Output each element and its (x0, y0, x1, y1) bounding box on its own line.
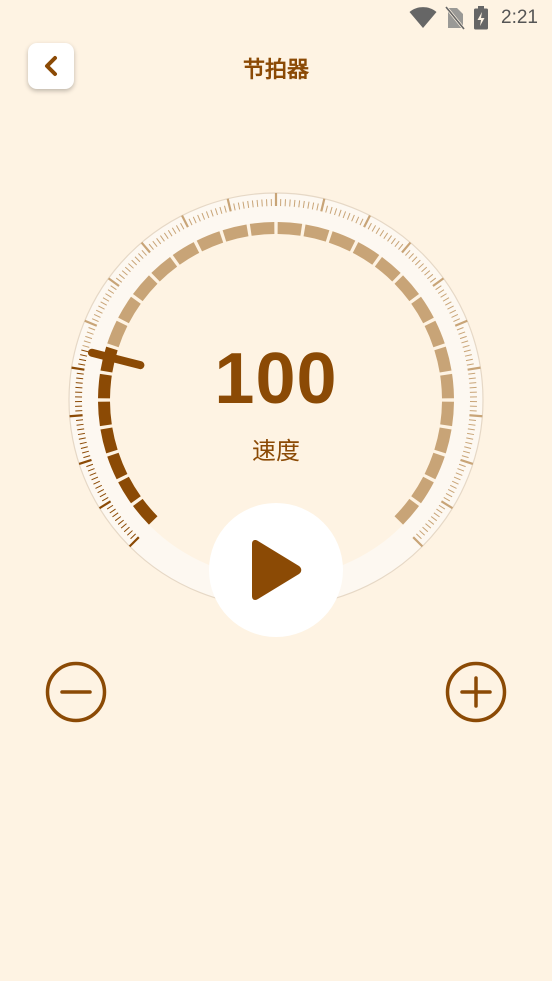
increase-tempo-button[interactable] (445, 661, 507, 723)
play-icon (252, 540, 302, 600)
track-segment (222, 224, 249, 242)
minus-circle-icon (45, 661, 107, 723)
play-button[interactable] (209, 503, 343, 637)
bpm-value: 100 (214, 339, 338, 419)
decrease-tempo-button[interactable] (45, 661, 107, 723)
track-segment (303, 224, 330, 242)
track-segment (249, 222, 275, 236)
minor-tick (293, 199, 296, 207)
minor-tick (256, 199, 259, 207)
plus-circle-icon (445, 661, 507, 723)
bpm-label: 速度 (252, 437, 300, 465)
metronome-screen: 2:21 节拍器 100 速度 (0, 0, 552, 981)
track-segment (277, 222, 303, 236)
